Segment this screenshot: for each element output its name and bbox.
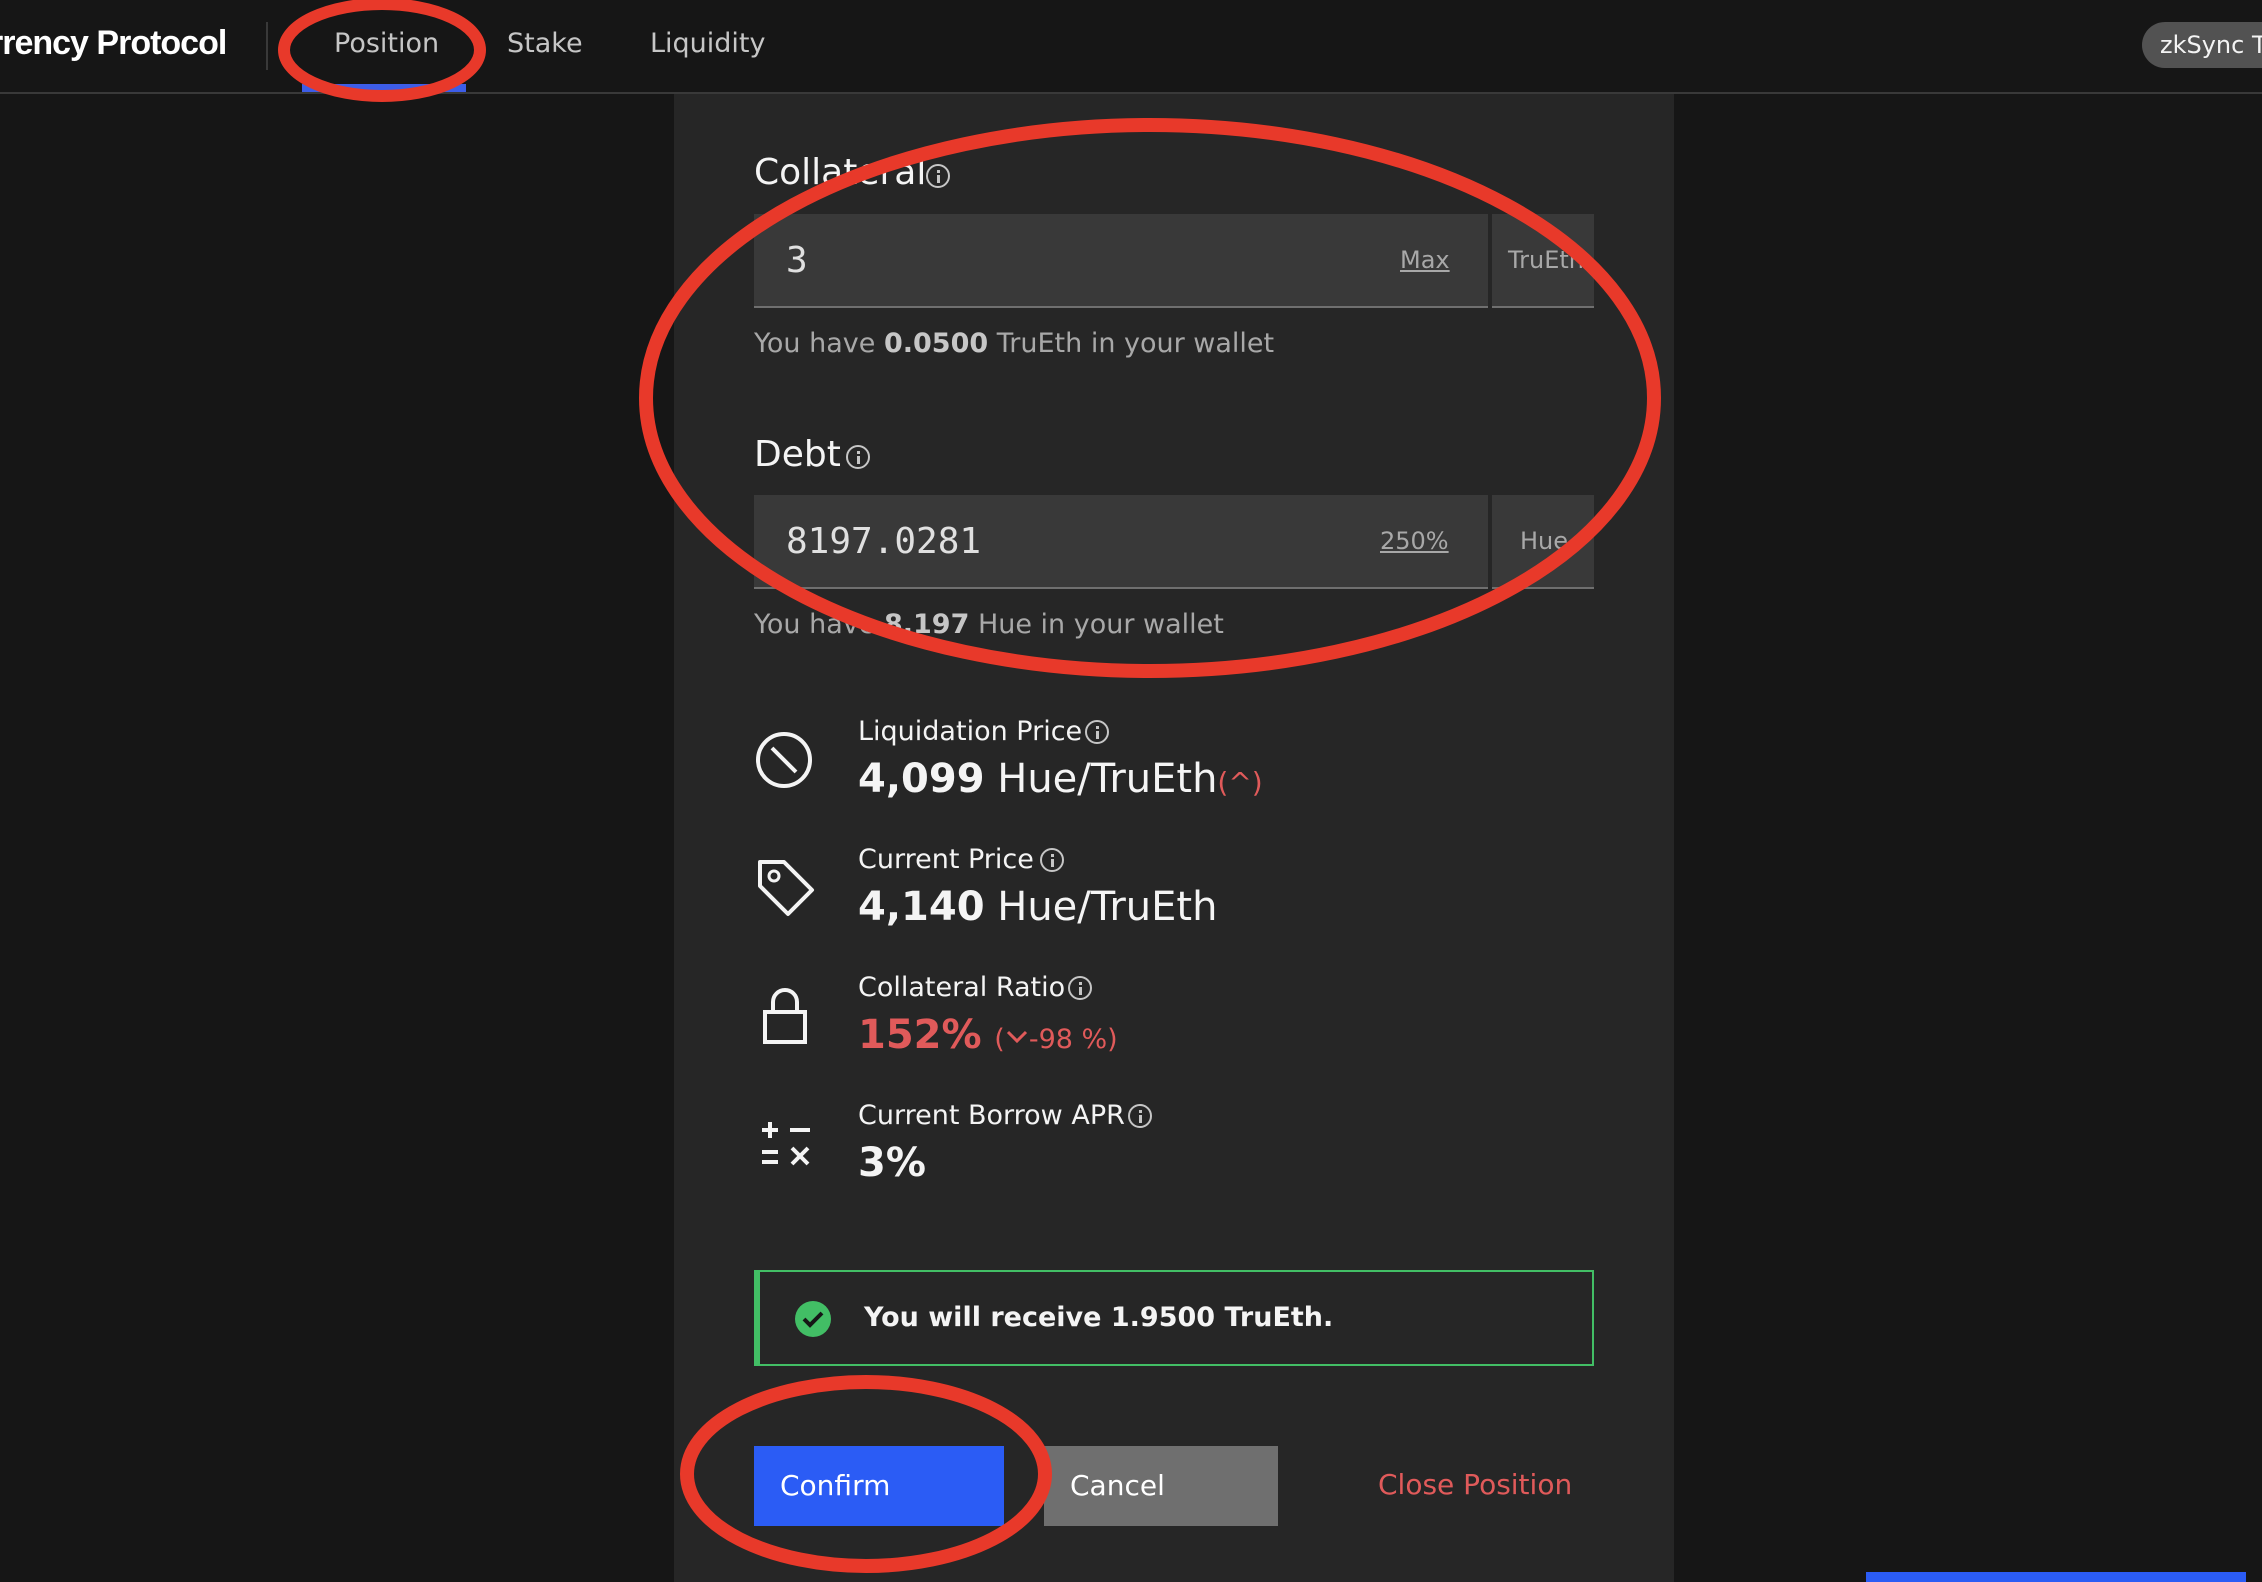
helper-prefix: You have	[754, 609, 884, 640]
current-price-unit: Hue/TruEth	[984, 884, 1218, 930]
debt-percent-button[interactable]: 250%	[1380, 527, 1449, 555]
debt-unit-label: Hue	[1520, 527, 1569, 555]
debt-input-value[interactable]: 8197.0281	[786, 521, 981, 562]
helper-suffix: Hue in your wallet	[969, 609, 1224, 640]
info-icon[interactable]	[1040, 848, 1064, 872]
cancel-button[interactable]: Cancel	[1044, 1446, 1278, 1526]
brand-name: rrency Protocol	[0, 24, 227, 62]
collateral-ratio-value: 152% ( -98 %)	[858, 1012, 1118, 1058]
tab-liquidity[interactable]: Liquidity	[650, 28, 766, 59]
active-tab-indicator	[302, 84, 466, 92]
liquidation-price-label: Liquidation Price	[858, 716, 1083, 747]
calculator-icon	[762, 1122, 810, 1166]
checkmark-icon	[795, 1301, 831, 1337]
tag-icon	[758, 860, 814, 916]
forbidden-icon	[756, 732, 812, 788]
collateral-unit[interactable]: TruEth	[1492, 214, 1594, 308]
liquidation-price-change: (^)	[1217, 766, 1263, 799]
debt-label: Debt	[754, 434, 841, 475]
network-selector[interactable]: zkSync Te	[2142, 22, 2262, 68]
info-icon[interactable]	[1128, 1104, 1152, 1128]
tab-stake[interactable]: Stake	[507, 28, 583, 59]
bottom-accent-bar	[1866, 1572, 2246, 1582]
collateral-label: Collateral	[754, 152, 927, 193]
max-button[interactable]: Max	[1400, 246, 1450, 274]
debt-input[interactable]: 8197.0281 250%	[754, 495, 1488, 589]
borrow-apr-value: 3%	[858, 1140, 926, 1186]
info-icon[interactable]	[846, 445, 870, 469]
current-price-number: 4,140	[858, 884, 985, 930]
nav-divider	[266, 22, 268, 70]
close-position-button[interactable]: Close Position	[1378, 1468, 1572, 1501]
lock-icon	[763, 988, 807, 1044]
helper-amount: 0.0500	[883, 328, 989, 359]
success-notification: You will receive 1.9500 TruEth.	[754, 1270, 1594, 1366]
helper-amount: 8.197	[883, 609, 970, 640]
current-price-value: 4,140 Hue/TruEth	[858, 884, 1217, 930]
collateral-unit-label: TruEth	[1508, 246, 1584, 274]
current-price-label: Current Price	[858, 844, 1034, 875]
helper-prefix: You have	[754, 328, 884, 359]
info-icon[interactable]	[1085, 720, 1109, 744]
liquidation-price-unit: Hue/TruEth	[984, 756, 1218, 802]
debt-wallet-balance: You have 8.197 Hue in your wallet	[754, 609, 1224, 640]
top-navigation: rrency Protocol Position Stake Liquidity…	[0, 0, 2262, 94]
collateral-input[interactable]: 3 Max	[754, 214, 1488, 308]
info-icon[interactable]	[926, 164, 950, 188]
confirm-button[interactable]: Confirm	[754, 1446, 1004, 1526]
collateral-ratio-number: 152%	[858, 1012, 982, 1058]
borrow-apr-number: 3%	[858, 1140, 926, 1186]
ratio-change-value: -98 %)	[1028, 1024, 1118, 1055]
debt-unit[interactable]: Hue	[1492, 495, 1594, 589]
ratio-change-open: (	[994, 1024, 1005, 1055]
borrow-apr-label: Current Borrow APR	[858, 1100, 1125, 1131]
liquidation-price-value: 4,099 Hue/TruEth(^)	[858, 756, 1263, 802]
collateral-wallet-balance: You have 0.0500 TruEth in your wallet	[754, 328, 1274, 359]
collateral-input-value[interactable]: 3	[786, 240, 808, 281]
liquidation-price-number: 4,099	[858, 756, 985, 802]
chevron-down-icon	[1006, 1030, 1027, 1044]
notification-text: You will receive 1.9500 TruEth.	[864, 1302, 1334, 1333]
collateral-ratio-label: Collateral Ratio	[858, 972, 1066, 1003]
helper-suffix: TruEth in your wallet	[988, 328, 1275, 359]
tab-position[interactable]: Position	[334, 28, 439, 59]
info-icon[interactable]	[1068, 976, 1092, 1000]
